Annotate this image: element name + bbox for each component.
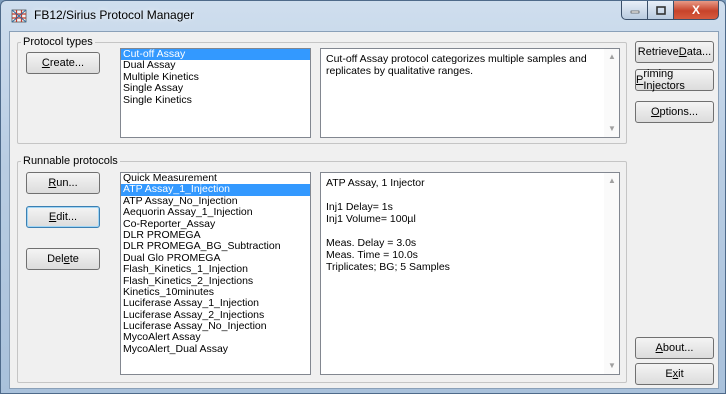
run-button[interactable]: Run... [26,172,100,194]
scroll-down-icon[interactable]: ▼ [608,362,616,370]
detail-line: Triplicates; BG; 5 Samples [326,261,450,273]
detail-line: Inj1 Volume= 100µl [326,213,416,225]
detail-line [326,225,614,237]
protocol-type-item[interactable]: Single Assay [121,82,310,94]
grid-app-icon [11,9,27,23]
minimize-icon [630,10,639,14]
title-bar[interactable]: FB12/Sirius Protocol Manager X [1,1,725,31]
edit-button[interactable]: Edit... [26,206,100,228]
priming-injectors-button[interactable]: Priming Injectors [635,68,714,92]
caption-buttons: X [621,1,719,21]
about-button[interactable]: About... [635,337,714,359]
protocol-type-description: Cut-off Assay protocol categorizes multi… [320,48,620,138]
detail-line: ATP Assay, 1 Injector [326,177,425,189]
runnable-protocol-item[interactable]: Luciferase Assay_1_Injection [121,297,310,309]
description-scrollbar[interactable]: ▲ ▼ [604,49,619,137]
runnable-protocol-item[interactable]: Aequorin Assay_1_Injection [121,206,310,218]
close-button[interactable]: X [674,1,719,20]
protocol-type-item[interactable]: Single Kinetics [121,94,310,106]
description-text: Cut-off Assay protocol categorizes multi… [326,53,587,77]
create-button[interactable]: Create... [26,52,100,74]
detail-line: Meas. Delay = 3.0s [326,237,417,249]
scroll-up-icon[interactable]: ▲ [608,177,616,185]
runnable-protocols-list[interactable]: Quick Measurement ATP Assay_1_Injection AT… [120,172,311,375]
retrieve-data-button[interactable]: Retrieve Data... [635,41,714,63]
runnable-protocols-label: Runnable protocols [21,155,120,167]
details-scrollbar[interactable]: ▲ ▼ [604,173,619,374]
maximize-button[interactable] [648,1,674,20]
runnable-protocols-group: Runnable protocols Run... Edit... Del e te… [17,155,627,383]
protocol-details: ATP Assay, 1 Injector Inj1 Delay= 1s Inj1 … [320,172,620,375]
maximize-icon [655,5,666,15]
exit-button[interactable]: Ex it [635,363,714,385]
protocol-types-group: Protocol types Create... Cut-off Assay Du… [17,36,627,144]
runnable-protocol-item[interactable]: MycoAlert_Dual Assay [121,343,310,355]
detail-line [326,189,614,201]
protocol-types-label: Protocol types [21,36,95,48]
window-title: FB12/Sirius Protocol Manager [34,8,195,22]
close-icon: X [691,3,700,17]
scroll-up-icon[interactable]: ▲ [608,53,616,61]
detail-line: Meas. Time = 10.0s [326,249,418,261]
client-area: Protocol types Create... Cut-off Assay Du… [9,31,719,389]
minimize-button[interactable] [621,1,648,20]
runnable-protocol-item[interactable]: Flash_Kinetics_1_Injection [121,263,310,275]
delete-button[interactable]: Del e te [26,248,100,270]
detail-line: Inj1 Delay= 1s [326,201,393,213]
options-button[interactable]: Options... [635,101,714,123]
protocol-manager-window: FB12/Sirius Protocol Manager X Protocol … [0,0,726,394]
protocol-types-list[interactable]: Cut-off Assay Dual Assay Multiple Kinetics… [120,48,311,138]
scroll-down-icon[interactable]: ▼ [608,125,616,133]
